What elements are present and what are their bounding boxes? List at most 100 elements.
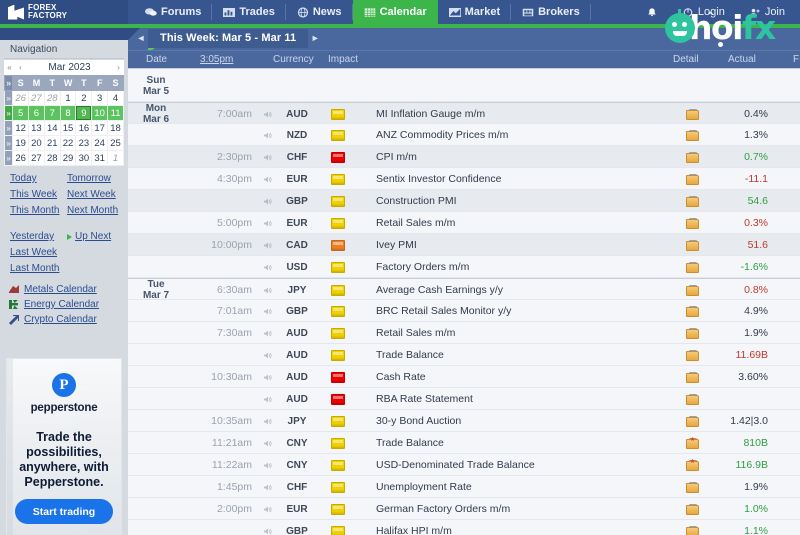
event-currency-cell[interactable]: JPY <box>276 279 318 301</box>
week-select-icon[interactable]: » <box>3 135 14 151</box>
prev-month-button[interactable]: ‹ <box>15 63 26 72</box>
sidebar-item-crypto-calendar[interactable]: Crypto Calendar <box>8 314 124 325</box>
login-button[interactable]: Login <box>671 6 736 18</box>
event-alert-speaker-icon[interactable] <box>258 190 276 212</box>
event-detail-cell[interactable] <box>674 234 710 256</box>
event-impact-cell[interactable] <box>323 279 353 301</box>
date-picker-day[interactable]: 16 <box>75 120 93 136</box>
event-impact-cell[interactable] <box>323 476 353 498</box>
event-impact-cell[interactable] <box>323 322 353 344</box>
event-currency-cell[interactable]: USD <box>276 256 318 278</box>
calendar-event-row[interactable]: Mon Mar 6 7:00am AUD MI Inflation Gauge m/m 0… <box>128 102 800 125</box>
event-title-cell[interactable]: CPI m/m <box>376 146 670 168</box>
date-picker-day[interactable]: 1 <box>59 90 77 106</box>
event-title-cell[interactable]: Factory Orders m/m <box>376 256 670 278</box>
event-impact-cell[interactable] <box>323 454 353 476</box>
event-title-cell[interactable]: RBA Rate Statement <box>376 388 670 410</box>
date-picker-day[interactable]: 18 <box>107 120 124 136</box>
event-alert-speaker-icon[interactable] <box>258 256 276 278</box>
event-title-cell[interactable]: Sentix Investor Confidence <box>376 168 670 190</box>
join-button[interactable]: Join <box>738 6 796 18</box>
calendar-event-row[interactable]: AUD RBA Rate Statement <box>128 388 800 410</box>
event-alert-speaker-icon[interactable] <box>258 168 276 190</box>
date-picker-day[interactable]: 20 <box>28 135 45 151</box>
event-alert-speaker-icon[interactable] <box>258 476 276 498</box>
event-title-cell[interactable]: Average Cash Earnings y/y <box>376 279 670 301</box>
event-detail-cell[interactable] <box>674 344 710 366</box>
event-detail-cell[interactable] <box>674 432 710 454</box>
quicklink-yesterday[interactable]: Yesterday <box>10 230 67 243</box>
event-impact-cell[interactable] <box>323 520 353 535</box>
event-alert-speaker-icon[interactable] <box>258 322 276 344</box>
nav-item-market[interactable]: Market <box>438 0 512 24</box>
calendar-event-row[interactable]: Tue Mar 7 6:30am JPY Average Cash Earnings y… <box>128 278 800 301</box>
column-header-forecast[interactable]: F <box>793 54 799 65</box>
event-currency-cell[interactable]: CAD <box>276 234 318 256</box>
calendar-event-row[interactable]: GBP Halifax HPI m/m 1.1% <box>128 520 800 535</box>
event-alert-speaker-icon[interactable] <box>258 388 276 410</box>
event-impact-cell[interactable] <box>323 300 353 322</box>
week-select-icon[interactable]: » <box>3 120 14 136</box>
event-impact-cell[interactable] <box>323 190 353 212</box>
date-picker-day[interactable]: 1 <box>107 150 124 166</box>
site-logo[interactable]: FOREX FACTORY <box>0 0 128 24</box>
event-detail-cell[interactable] <box>674 168 710 190</box>
quicklink-today[interactable]: Today <box>10 172 67 185</box>
event-detail-cell[interactable] <box>674 124 710 146</box>
date-picker-day[interactable]: 17 <box>91 120 109 136</box>
nav-item-trades[interactable]: Trades <box>212 0 287 24</box>
event-title-cell[interactable]: German Factory Orders m/m <box>376 498 670 520</box>
column-header-impact[interactable]: Impact <box>328 54 358 65</box>
event-impact-cell[interactable] <box>323 124 353 146</box>
nav-item-brokers[interactable]: Brokers <box>511 0 591 24</box>
event-currency-cell[interactable]: EUR <box>276 498 318 520</box>
event-alert-speaker-icon[interactable] <box>258 498 276 520</box>
date-picker-day[interactable]: 11 <box>107 105 124 121</box>
date-picker-day[interactable]: 21 <box>43 135 61 151</box>
quicklink-last-week[interactable]: Last Week <box>10 246 67 259</box>
event-impact-cell[interactable] <box>323 344 353 366</box>
prev-year-button[interactable]: « <box>4 63 15 72</box>
calendar-event-row[interactable]: 2:30pm CHF CPI m/m 0.7% <box>128 146 800 168</box>
event-title-cell[interactable]: ANZ Commodity Prices m/m <box>376 124 670 146</box>
event-currency-cell[interactable]: EUR <box>276 212 318 234</box>
event-impact-cell[interactable] <box>323 256 353 278</box>
event-alert-speaker-icon[interactable] <box>258 234 276 256</box>
date-picker-week-row[interactable]: » 19 20 21 22 23 24 25 <box>3 135 124 151</box>
event-impact-cell[interactable] <box>323 234 353 256</box>
event-alert-speaker-icon[interactable] <box>258 410 276 432</box>
event-title-cell[interactable]: USD-Denominated Trade Balance <box>376 454 670 476</box>
date-picker-day[interactable]: 6 <box>28 105 45 121</box>
event-detail-cell[interactable] <box>674 322 710 344</box>
event-title-cell[interactable]: Unemployment Rate <box>376 476 670 498</box>
quicklink-up-next[interactable]: Up Next <box>67 230 124 243</box>
date-picker-week-row[interactable]: » 26 27 28 29 30 31 1 <box>3 150 124 166</box>
date-picker-day[interactable]: 7 <box>43 105 61 121</box>
notifications-button[interactable] <box>635 7 669 18</box>
event-currency-cell[interactable]: EUR <box>276 168 318 190</box>
sidebar-item-energy-calendar[interactable]: Energy Calendar <box>8 299 124 310</box>
event-impact-cell[interactable] <box>323 432 353 454</box>
event-currency-cell[interactable]: AUD <box>276 344 318 366</box>
event-currency-cell[interactable]: AUD <box>276 388 318 410</box>
nav-item-forums[interactable]: Forums <box>134 0 213 24</box>
date-picker-day[interactable]: 5 <box>12 105 30 121</box>
event-currency-cell[interactable]: NZD <box>276 124 318 146</box>
date-picker-day[interactable]: 2 <box>75 90 93 106</box>
event-alert-speaker-icon[interactable] <box>258 300 276 322</box>
event-alert-speaker-icon[interactable] <box>258 344 276 366</box>
date-picker-week-row[interactable]: » 26 27 28 1 2 3 4 <box>3 90 124 106</box>
week-select-icon[interactable]: » <box>3 150 14 166</box>
nav-item-news[interactable]: News <box>286 0 353 24</box>
event-title-cell[interactable]: 30-y Bond Auction <box>376 410 670 432</box>
event-currency-cell[interactable]: CNY <box>276 454 318 476</box>
calendar-event-row[interactable]: 2:00pm EUR German Factory Orders m/m 1.0% <box>128 498 800 520</box>
next-week-button[interactable]: ► <box>308 30 322 46</box>
event-alert-speaker-icon[interactable] <box>258 279 276 301</box>
event-title-cell[interactable]: Retail Sales m/m <box>376 212 670 234</box>
event-title-cell[interactable]: Retail Sales m/m <box>376 322 670 344</box>
date-picker-day[interactable]: 19 <box>12 135 30 151</box>
date-picker-day[interactable]: 27 <box>28 90 45 106</box>
event-title-cell[interactable]: Ivey PMI <box>376 234 670 256</box>
date-picker-day[interactable]: 30 <box>75 150 93 166</box>
